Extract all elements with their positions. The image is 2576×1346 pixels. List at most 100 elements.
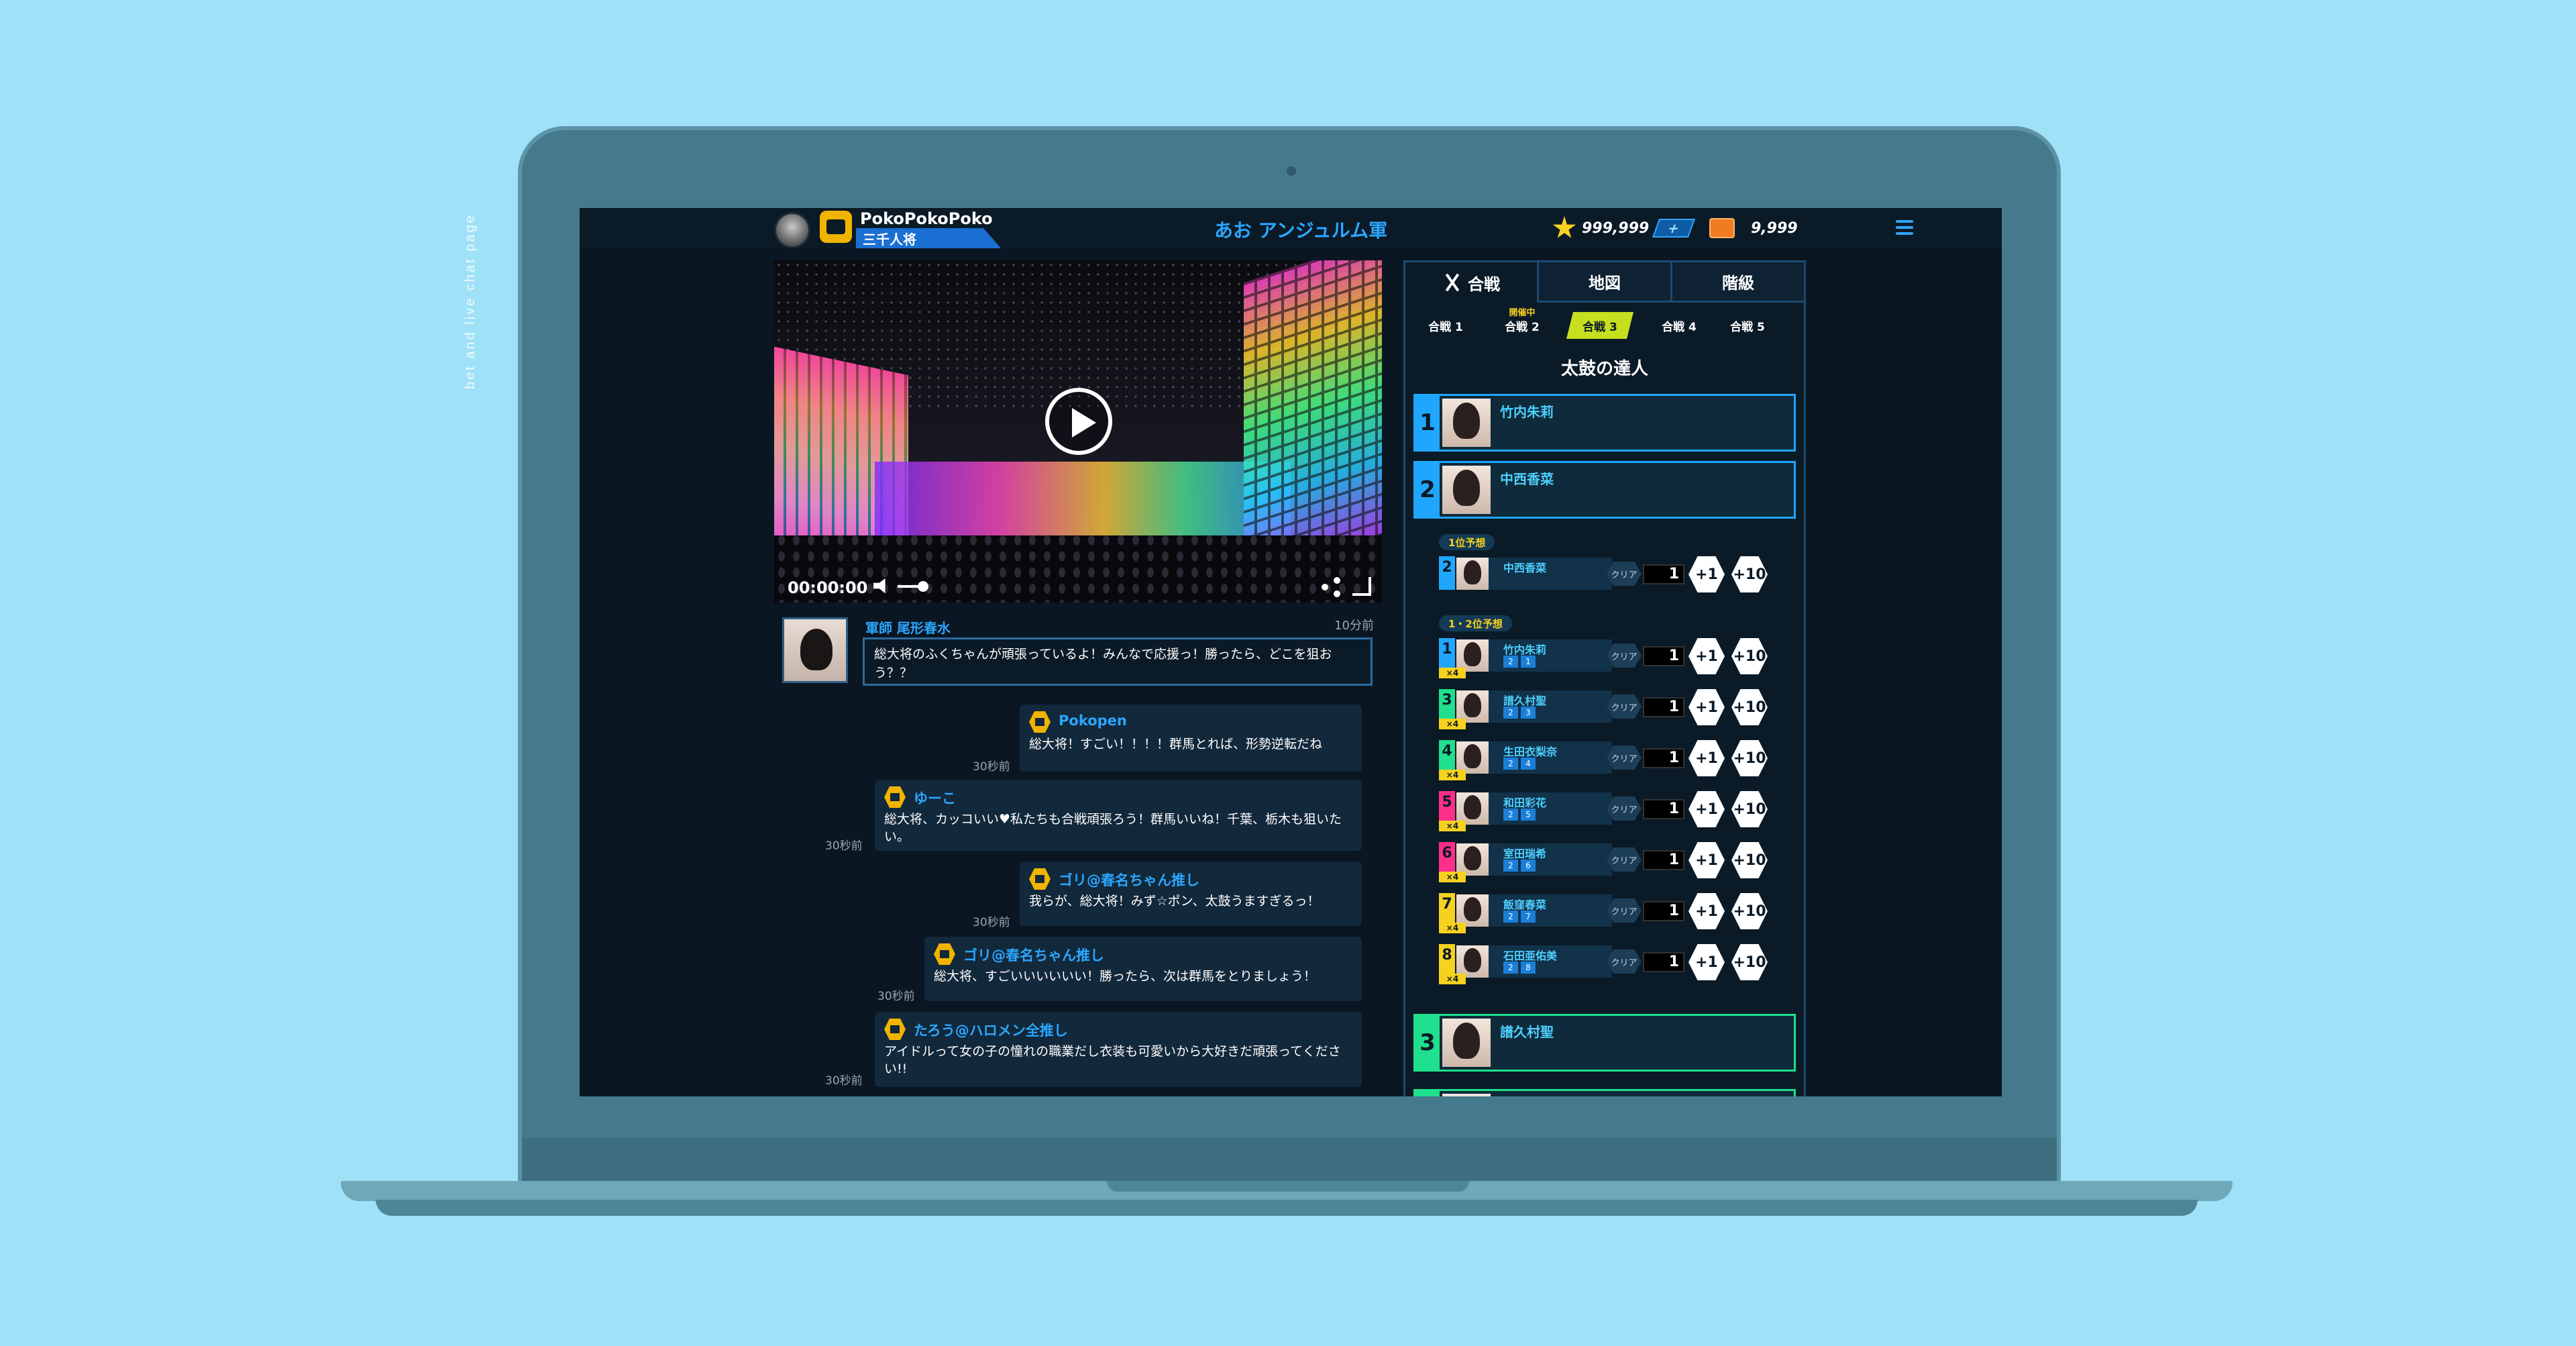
- clear-button[interactable]: クリア: [1607, 898, 1642, 923]
- page-caption: bet and live chat page: [463, 213, 478, 389]
- bet-row: 7 飯窪春菜 2 7 ×4 クリア 1 +1 +10: [1439, 893, 1788, 933]
- ranking-card[interactable]: 4生田衣梨奈: [1413, 1089, 1796, 1096]
- rank-label: 三千人将: [863, 231, 916, 248]
- ranking-card[interactable]: 3 譜久村聖: [1413, 1014, 1796, 1072]
- tab-ranks[interactable]: 階級: [1672, 262, 1804, 303]
- plus-ten-button[interactable]: +10: [1731, 791, 1768, 827]
- clear-button[interactable]: クリア: [1607, 643, 1642, 668]
- chat-author: Pokopen: [1059, 713, 1127, 729]
- username: PokoPokoPoko: [860, 209, 993, 228]
- hamburger-menu-icon[interactable]: [1896, 220, 1913, 235]
- clear-button[interactable]: クリア: [1607, 847, 1642, 872]
- user-avatar[interactable]: [774, 212, 810, 248]
- plus-ten-button[interactable]: +10: [1731, 893, 1768, 929]
- clear-button[interactable]: クリア: [1607, 562, 1642, 586]
- clear-button[interactable]: クリア: [1607, 796, 1642, 821]
- fullscreen-icon[interactable]: [1352, 577, 1371, 596]
- chat-text: 我らが、総大将！みず☆ポン、太鼓うますぎるっ！: [1029, 894, 1320, 909]
- share-icon[interactable]: [1322, 577, 1342, 597]
- bet-count: 1: [1643, 564, 1684, 584]
- multiplier-badge: ×4: [1439, 923, 1466, 933]
- bet-row: 5 和田彩花 2 5 ×4 クリア 1 +1 +10: [1439, 791, 1788, 831]
- bet-count: 1: [1643, 901, 1684, 921]
- member-name: 竹内朱莉: [1500, 404, 1554, 420]
- clear-button[interactable]: クリア: [1607, 745, 1642, 770]
- plus-one-button[interactable]: +1: [1688, 556, 1725, 592]
- subtab-battle-2-label: 合戦 2: [1505, 320, 1540, 334]
- plus-one-button[interactable]: +1: [1688, 638, 1725, 674]
- plus-one-button[interactable]: +1: [1688, 893, 1725, 929]
- plus-ten-button[interactable]: +10: [1731, 689, 1768, 725]
- chat-text: 総大将！すごい！！！！群馬とれば、形勢逆転だね: [1029, 737, 1323, 752]
- member-photo: [1456, 792, 1489, 825]
- member-name: 生田衣梨奈: [1503, 745, 1558, 758]
- member-name: 飯窪春菜: [1503, 898, 1547, 911]
- chat-text: 総大将、カッコいい♥私たちも合戦頑張ろう！群馬いいね！千葉、栃木も狙いたい。: [884, 812, 1342, 844]
- subtab-battle-4[interactable]: 合戦 4: [1646, 312, 1713, 339]
- chat-message: たろう@ハロメン全推し アイドルって女の子の憧れの職業だし衣装も可愛いから大好き…: [875, 1012, 1362, 1087]
- plus-one-button[interactable]: +1: [1688, 689, 1725, 725]
- combo-second: 1: [1521, 656, 1536, 668]
- multiplier-badge: ×4: [1439, 770, 1466, 780]
- plus-one-button[interactable]: +1: [1688, 944, 1725, 980]
- bet-count: 1: [1643, 952, 1684, 972]
- plus-ten-button[interactable]: +10: [1731, 740, 1768, 776]
- bet-row: 3 譜久村聖 2 3 ×4 クリア 1 +1 +10: [1439, 689, 1788, 729]
- volume-slider-knob[interactable]: [918, 581, 928, 592]
- plus-one-button[interactable]: +1: [1688, 740, 1725, 776]
- bet-combo: 27: [1503, 911, 1536, 923]
- chat-message: ゆーこ 総大将、カッコいい♥私たちも合戦頑張ろう！群馬いいね！千葉、栃木も狙いた…: [875, 780, 1362, 851]
- combo-first: 2: [1503, 962, 1518, 974]
- user-profile[interactable]: PokoPokoPoko 三千人将: [774, 208, 1002, 248]
- ranking-card[interactable]: 1 竹内朱莉: [1413, 394, 1796, 452]
- subtab-battle-1[interactable]: 合戦 1: [1412, 312, 1479, 339]
- add-coins-button[interactable]: +: [1652, 219, 1696, 238]
- member-photo: [1456, 690, 1489, 723]
- combo-second: 7: [1521, 911, 1536, 923]
- combo-second: 4: [1521, 758, 1536, 770]
- tab-map[interactable]: 地図: [1539, 262, 1672, 303]
- multiplier-badge: ×4: [1439, 872, 1466, 882]
- chat-message: ゴリ@春名ちゃん推し 我らが、総大将！みず☆ポン、太鼓うますぎるっ！: [1020, 862, 1362, 926]
- ranking-card[interactable]: 2 中西香菜: [1413, 461, 1796, 519]
- ranking-number: 3: [1415, 1016, 1440, 1070]
- combo-second: 8: [1521, 962, 1536, 974]
- bet-row: 2 中西香菜 クリア 1 +1 +10: [1439, 556, 1788, 594]
- bet-combo: 25: [1503, 809, 1536, 821]
- plus-one-button[interactable]: +1: [1688, 842, 1725, 878]
- subtab-battle-5[interactable]: 合戦 5: [1714, 312, 1781, 339]
- plus-one-button[interactable]: +1: [1688, 791, 1725, 827]
- tab-battle[interactable]: 合戦: [1405, 262, 1539, 303]
- tab-battle-label: 合戦: [1468, 274, 1500, 294]
- subtab-battle-2[interactable]: 開催中 合戦 2: [1489, 308, 1556, 339]
- plus-ten-button[interactable]: +10: [1731, 638, 1768, 674]
- laptop-base-shadow: [376, 1200, 2198, 1216]
- rank-badge-icon: [820, 211, 852, 243]
- member-name: 中西香菜: [1500, 471, 1554, 487]
- clear-button[interactable]: クリア: [1607, 694, 1642, 719]
- video-player[interactable]: 00:00:00: [774, 260, 1382, 603]
- bet-count: 1: [1643, 799, 1684, 819]
- subtab-battle-3[interactable]: 合戦 3: [1566, 312, 1633, 339]
- member-photo: [1456, 843, 1489, 876]
- coin-value: 999,999: [1582, 219, 1650, 237]
- bet-combo: 24: [1503, 758, 1536, 770]
- plus-ten-button[interactable]: +10: [1731, 556, 1768, 592]
- chat-time: 30秒前: [825, 839, 863, 853]
- bet-combo: 23: [1503, 707, 1536, 719]
- chat-author: ゆーこ: [914, 790, 956, 807]
- plus-ten-button[interactable]: +10: [1731, 944, 1768, 980]
- bet-number: 3: [1439, 689, 1455, 723]
- member-name: 譜久村聖: [1500, 1024, 1554, 1040]
- live-tag: 開催中: [1509, 308, 1536, 318]
- swords-icon: [1442, 272, 1462, 293]
- ranking-number: 1: [1415, 396, 1440, 450]
- chat-list: Pokopen 総大将！すごい！！！！群馬とれば、形勢逆転だね 30秒前 ゆーこ…: [774, 705, 1382, 1096]
- clear-button[interactable]: クリア: [1607, 949, 1642, 974]
- play-button[interactable]: [1045, 388, 1112, 455]
- bet-count: 1: [1643, 850, 1684, 870]
- plus-ten-button[interactable]: +10: [1731, 842, 1768, 878]
- combo-first: 2: [1503, 707, 1518, 719]
- chat-author: たろう@ハロメン全推し: [914, 1023, 1068, 1039]
- tab-map-label: 地図: [1589, 274, 1621, 293]
